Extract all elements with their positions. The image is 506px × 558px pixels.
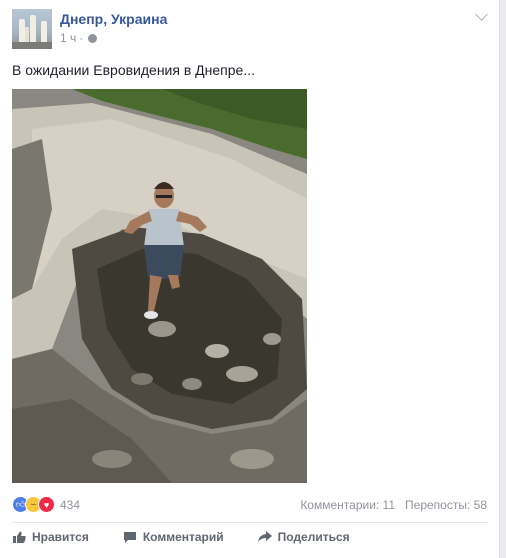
comment-icon <box>123 532 136 543</box>
post-card: Днепр, Украина 1 ч · В ожидании Евровиде… <box>0 0 500 558</box>
post-photo[interactable] <box>12 89 307 483</box>
post-stats: Комментарии: 11 Перепосты: 58 <box>300 498 487 512</box>
like-label: Нравится <box>32 530 89 544</box>
comment-label: Комментарий <box>142 530 224 544</box>
post-text: В ожидании Евровидения в Днепре... <box>12 62 255 78</box>
like-button[interactable]: Нравится <box>12 530 89 544</box>
post-actions: Нравится Комментарий Поделиться <box>12 530 488 544</box>
post-meta: 1 ч · <box>60 31 98 45</box>
shares-count-link[interactable]: Перепосты: 58 <box>405 498 487 512</box>
comment-button[interactable]: Комментарий <box>123 530 224 544</box>
share-icon <box>257 531 272 542</box>
page-avatar[interactable] <box>12 9 52 49</box>
globe-icon <box>88 33 98 43</box>
divider <box>12 522 488 523</box>
thumbs-up-icon <box>13 531 26 543</box>
page-name-link[interactable]: Днепр, Украина <box>60 11 167 27</box>
meta-separator: · <box>79 31 84 45</box>
share-label: Поделиться <box>277 530 350 544</box>
reactions-summary[interactable]: 👍︎ ⌣ ♥ 434 <box>12 496 80 513</box>
share-button[interactable]: Поделиться <box>257 530 350 544</box>
comments-count-link[interactable]: Комментарии: 11 <box>300 498 395 512</box>
love-reaction-icon: ♥ <box>38 496 55 513</box>
chevron-down-icon[interactable] <box>475 8 488 21</box>
post-time[interactable]: 1 ч <box>60 31 76 45</box>
reactions-count: 434 <box>60 497 81 512</box>
